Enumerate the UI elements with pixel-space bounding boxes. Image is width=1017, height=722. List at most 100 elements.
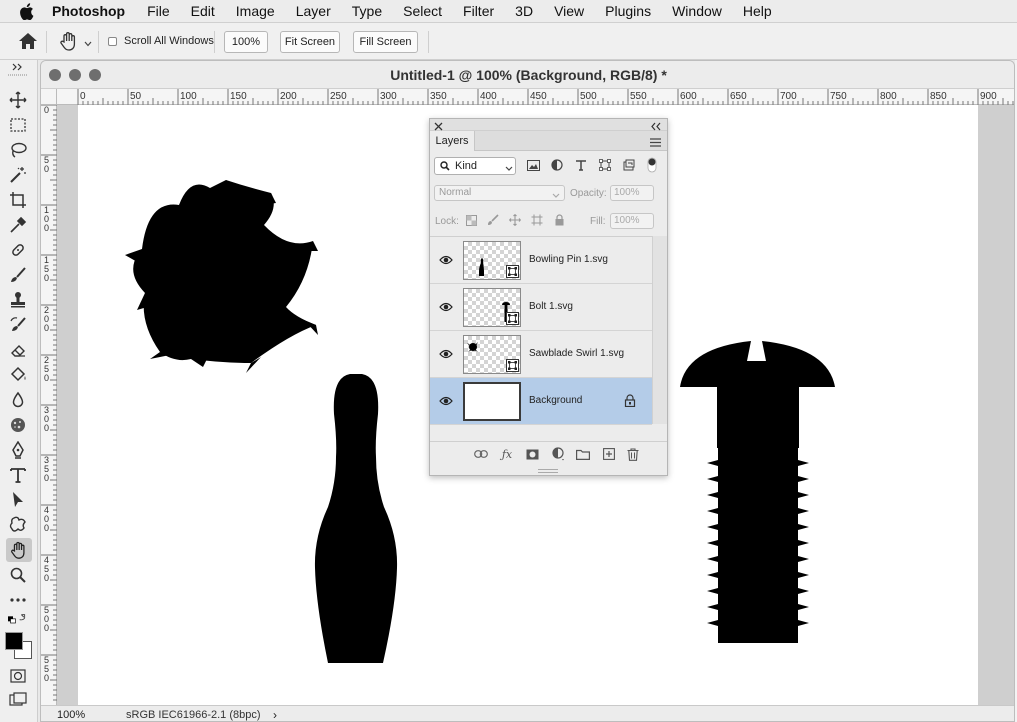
lock-artboard-icon[interactable] — [530, 213, 544, 227]
blend-mode-select[interactable]: Normal — [434, 185, 565, 201]
menu-window[interactable]: Window — [672, 3, 722, 19]
menu-edit[interactable]: Edit — [191, 3, 215, 19]
menu-layer[interactable]: Layer — [296, 3, 331, 19]
status-zoom-field[interactable]: 100% — [57, 709, 85, 721]
fill-screen-button[interactable]: Fill Screen — [353, 31, 418, 53]
menu-plugins[interactable]: Plugins — [605, 3, 651, 19]
trash-icon[interactable] — [626, 447, 640, 461]
clone-stamp-tool-icon[interactable] — [8, 290, 28, 310]
filter-toggle-icon[interactable] — [645, 157, 659, 173]
move-tool-icon[interactable] — [8, 90, 28, 110]
pen-tool-icon[interactable] — [8, 440, 28, 460]
type-tool-icon[interactable] — [8, 465, 28, 485]
filter-adjustment-icon[interactable] — [550, 158, 564, 172]
screen-mode-icon[interactable] — [8, 690, 28, 710]
blur-tool-icon[interactable] — [8, 390, 28, 410]
new-adjustment-layer-icon[interactable] — [552, 447, 566, 461]
zoom-tool-icon[interactable] — [8, 565, 28, 585]
filter-type-icon[interactable] — [574, 158, 588, 172]
hand-tool-preset-icon[interactable] — [58, 30, 80, 52]
add-mask-icon[interactable] — [525, 447, 539, 461]
lock-icon[interactable] — [624, 394, 636, 408]
color-swatches[interactable] — [5, 632, 33, 660]
filter-shape-icon[interactable] — [598, 158, 612, 172]
eye-icon[interactable] — [439, 301, 453, 313]
expand-panel-icon[interactable] — [8, 62, 28, 72]
menu-photoshop[interactable]: Photoshop — [52, 3, 125, 19]
status-menu-arrow[interactable]: › — [273, 708, 277, 721]
filter-kind-select[interactable]: Kind — [434, 157, 516, 175]
layer-row-background[interactable]: Background — [430, 378, 652, 425]
menu-image[interactable]: Image — [236, 3, 275, 19]
path-selection-tool-icon[interactable] — [8, 490, 28, 510]
layer-row-sawblade-swirl[interactable]: Sawblade Swirl 1.svg — [430, 331, 652, 378]
default-colors-icon[interactable] — [8, 612, 28, 624]
filter-pixel-icon[interactable] — [526, 158, 540, 172]
menu-help[interactable]: Help — [743, 3, 772, 19]
new-layer-icon[interactable] — [602, 447, 616, 461]
lasso-tool-icon[interactable] — [8, 140, 28, 160]
paint-bucket-tool-icon[interactable] — [8, 365, 28, 385]
quick-mask-icon[interactable] — [8, 666, 28, 686]
sponge-tool-icon[interactable] — [8, 415, 28, 435]
scroll-all-windows-checkbox[interactable] — [108, 37, 117, 46]
custom-shape-tool-icon[interactable] — [8, 515, 28, 535]
zoom-100-button[interactable]: 100% — [224, 31, 268, 53]
new-group-icon[interactable] — [576, 447, 590, 461]
layer-name[interactable]: Bowling Pin 1.svg — [529, 254, 608, 265]
hand-tool-icon[interactable] — [6, 538, 32, 562]
tab-layers[interactable]: Layers — [430, 131, 475, 151]
layer-row-bolt[interactable]: Bolt 1.svg — [430, 284, 652, 331]
horizontal-ruler[interactable]: 0 50 100 150 200 250 300 350 400 450 500 550 600 650 7… — [57, 89, 1014, 105]
lock-all-icon[interactable] — [552, 213, 566, 227]
link-layers-icon[interactable] — [474, 447, 488, 461]
menu-filter[interactable]: Filter — [463, 3, 494, 19]
magic-wand-tool-icon[interactable] — [8, 165, 28, 185]
lock-transparent-pixels-icon[interactable] — [464, 213, 478, 227]
layer-name[interactable]: Background — [529, 395, 582, 406]
fit-screen-button[interactable]: Fit Screen — [280, 31, 340, 53]
layer-name[interactable]: Bolt 1.svg — [529, 301, 573, 312]
filter-smart-object-icon[interactable] — [622, 158, 636, 172]
layer-name[interactable]: Sawblade Swirl 1.svg — [529, 348, 624, 359]
layer-row-bowling-pin[interactable]: Bowling Pin 1.svg — [430, 237, 652, 284]
menu-3d[interactable]: 3D — [515, 3, 533, 19]
chevron-down-icon[interactable] — [84, 37, 92, 47]
healing-brush-tool-icon[interactable] — [8, 240, 28, 260]
sawblade-swirl-shape[interactable] — [125, 180, 318, 373]
vertical-ruler[interactable]: 0 50 100 150 200 250 300 350 400 450 500 550 — [41, 104, 57, 705]
panel-resize-grip[interactable] — [538, 469, 558, 473]
home-icon[interactable] — [18, 32, 38, 50]
opacity-field[interactable]: 100% — [610, 185, 654, 201]
eye-icon[interactable] — [439, 254, 453, 266]
layer-list-scrollbar[interactable] — [652, 236, 667, 424]
menu-view[interactable]: View — [554, 3, 584, 19]
collapse-panel-icon[interactable] — [650, 120, 662, 131]
menu-type[interactable]: Type — [352, 3, 382, 19]
layers-panel-header[interactable] — [430, 119, 667, 131]
close-panel-icon[interactable] — [434, 120, 443, 131]
foreground-color-swatch[interactable] — [5, 632, 23, 650]
marquee-tool-icon[interactable] — [8, 115, 28, 135]
lock-position-icon[interactable] — [508, 213, 522, 227]
brush-tool-icon[interactable] — [8, 265, 28, 285]
fill-field[interactable]: 100% — [610, 213, 654, 229]
eye-icon[interactable] — [439, 348, 453, 360]
menu-select[interactable]: Select — [403, 3, 442, 19]
eyedropper-tool-icon[interactable] — [8, 215, 28, 235]
panel-menu-icon[interactable] — [650, 136, 661, 147]
more-tools-icon[interactable] — [8, 590, 28, 610]
history-brush-tool-icon[interactable] — [8, 315, 28, 335]
fx-icon[interactable]: ƒx — [500, 447, 514, 461]
bolt-shape[interactable] — [680, 341, 835, 643]
eraser-tool-icon[interactable] — [8, 340, 28, 360]
ruler-origin[interactable] — [41, 89, 57, 105]
crop-tool-icon[interactable] — [8, 190, 28, 210]
lock-image-pixels-icon[interactable] — [486, 213, 500, 227]
ruler-label: 100 — [44, 205, 49, 233]
bowling-pin-shape[interactable] — [314, 374, 398, 663]
toolbar-grip[interactable] — [8, 73, 28, 77]
menu-file[interactable]: File — [147, 3, 170, 19]
apple-logo-icon[interactable] — [18, 2, 34, 20]
eye-icon[interactable] — [439, 395, 453, 407]
